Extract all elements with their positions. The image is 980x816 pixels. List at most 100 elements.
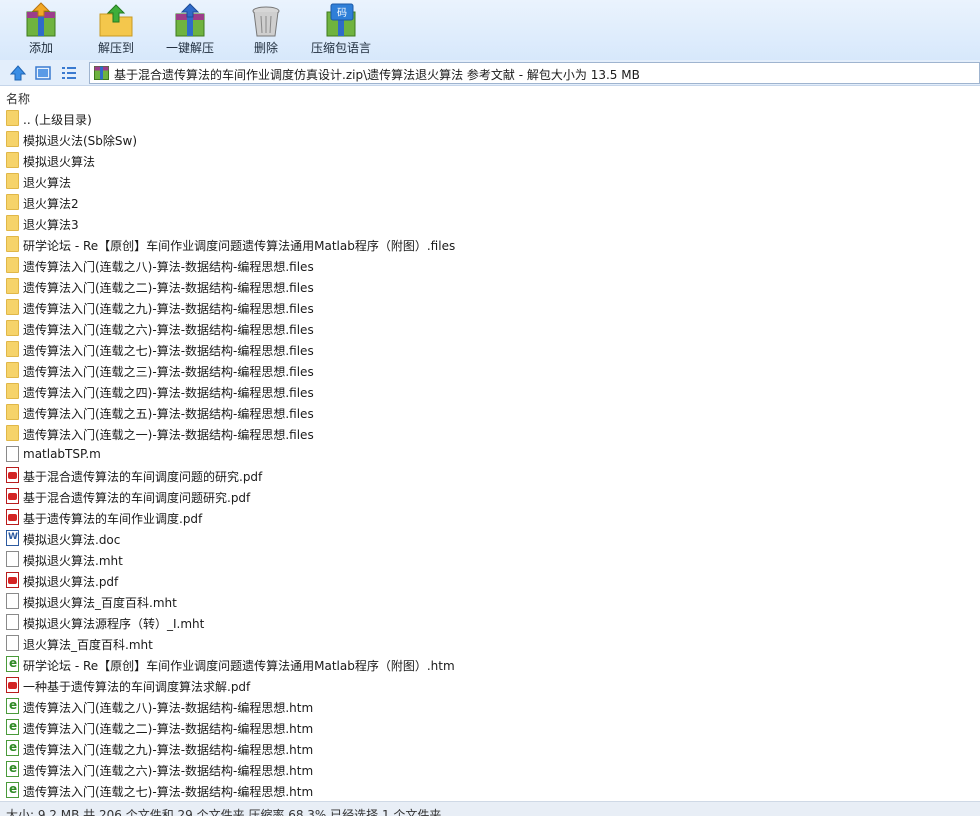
file-row[interactable]: 遗传算法入门(连载之八)-算法-数据结构-编程思想.htm: [0, 696, 980, 717]
file-name: 退火算法_百度百科.mht: [23, 638, 153, 652]
file-name: 退火算法2: [23, 197, 79, 211]
list-view-icon[interactable]: [60, 64, 78, 82]
file-row[interactable]: 模拟退火算法.pdf: [0, 570, 980, 591]
html-file-icon: [6, 782, 19, 798]
html-file-icon: [6, 719, 19, 735]
one-click-extract-button-label: 一键解压: [165, 41, 214, 55]
folder-icon: [6, 236, 19, 252]
file-icon: [6, 551, 19, 567]
html-file-icon: [6, 740, 19, 756]
extract-to-icon: [99, 4, 133, 37]
archive-language-icon: 码: [326, 3, 356, 37]
folder-row[interactable]: .. (上级目录): [0, 108, 980, 129]
one-click-extract-icon: [175, 3, 205, 37]
file-row[interactable]: 研学论坛 - Re【原创】车间作业调度问题遗传算法通用Matlab程序（附图）.…: [0, 654, 980, 675]
file-name: 模拟退火算法_百度百科.mht: [23, 596, 177, 610]
file-name: 模拟退火算法.doc: [23, 533, 121, 547]
folder-row[interactable]: 遗传算法入门(连载之一)-算法-数据结构-编程思想.files: [0, 423, 980, 444]
file-row[interactable]: 模拟退火算法_百度百科.mht: [0, 591, 980, 612]
file-name: 模拟退火算法: [23, 155, 96, 169]
folder-row[interactable]: 研学论坛 - Re【原创】车间作业调度问题遗传算法通用Matlab程序（附图）.…: [0, 234, 980, 255]
file-name: 基于遗传算法的车间作业调度.pdf: [23, 512, 203, 526]
lang-badge-text: 码: [337, 7, 347, 19]
file-name: 模拟退火算法源程序（转）_I.mht: [23, 617, 205, 631]
file-row[interactable]: 基于混合遗传算法的车间调度问题的研究.pdf: [0, 465, 980, 486]
folder-row[interactable]: 退火算法3: [0, 213, 980, 234]
html-file-icon: [6, 761, 19, 777]
folder-row[interactable]: 遗传算法入门(连载之八)-算法-数据结构-编程思想.files: [0, 255, 980, 276]
file-row[interactable]: matlabTSP.m: [0, 444, 980, 465]
folder-row[interactable]: 遗传算法入门(连载之五)-算法-数据结构-编程思想.files: [0, 402, 980, 423]
folder-icon: [6, 320, 19, 336]
file-row[interactable]: 模拟退火算法源程序（转）_I.mht: [0, 612, 980, 633]
archive-language-button-label: 压缩包语言: [310, 41, 371, 55]
folder-icon: [6, 278, 19, 294]
path-field[interactable]: 基于混合遗传算法的车间作业调度仿真设计.zip\遗传算法退火算法 参考文献 - …: [89, 62, 980, 84]
folder-row[interactable]: 退火算法: [0, 171, 980, 192]
file-name: 遗传算法入门(连载之八)-算法-数据结构-编程思想.files: [23, 260, 314, 274]
file-row[interactable]: 遗传算法入门(连载之七)-算法-数据结构-编程思想.htm: [0, 780, 980, 801]
file-name: 基于混合遗传算法的车间调度问题的研究.pdf: [23, 470, 263, 484]
folder-icon: [6, 425, 19, 441]
folder-row[interactable]: 遗传算法入门(连载之三)-算法-数据结构-编程思想.files: [0, 360, 980, 381]
folder-icon: [6, 194, 19, 210]
file-name: 遗传算法入门(连载之七)-算法-数据结构-编程思想.files: [23, 344, 314, 358]
file-row[interactable]: 基于混合遗传算法的车间调度问题研究.pdf: [0, 486, 980, 507]
file-row[interactable]: 基于遗传算法的车间作业调度.pdf: [0, 507, 980, 528]
file-name: 遗传算法入门(连载之一)-算法-数据结构-编程思想.files: [23, 428, 314, 442]
file-name: 遗传算法入门(连载之八)-算法-数据结构-编程思想.htm: [23, 701, 314, 715]
file-name: 模拟退火算法.mht: [23, 554, 123, 568]
folder-row[interactable]: 模拟退火法(Sb除Sw): [0, 129, 980, 150]
file-row[interactable]: 模拟退火算法.mht: [0, 549, 980, 570]
file-name: 遗传算法入门(连载之四)-算法-数据结构-编程思想.files: [23, 386, 314, 400]
folder-row[interactable]: 退火算法2: [0, 192, 980, 213]
column-name-label: 名称: [6, 92, 31, 106]
zip-archive-icon: [94, 66, 109, 80]
folder-row[interactable]: 遗传算法入门(连载之二)-算法-数据结构-编程思想.files: [0, 276, 980, 297]
folder-icon: [6, 215, 19, 231]
pdf-file-icon: [6, 488, 19, 504]
delete-button[interactable]: 删除: [229, 0, 303, 60]
file-row[interactable]: 遗传算法入门(连载之二)-算法-数据结构-编程思想.htm: [0, 717, 980, 738]
file-icon: [6, 614, 19, 630]
extract-to-button-label: 解压到: [97, 41, 134, 55]
folder-row[interactable]: 遗传算法入门(连载之七)-算法-数据结构-编程思想.files: [0, 339, 980, 360]
pdf-file-icon: [6, 572, 19, 588]
file-icon: [6, 593, 19, 609]
column-header[interactable]: 名称: [0, 87, 980, 108]
folder-icon: [6, 110, 19, 126]
file-list: .. (上级目录) 模拟退火法(Sb除Sw) 模拟退火算法退火算法退火算法2 退火算法…: [0, 108, 980, 801]
file-row[interactable]: 模拟退火算法.doc: [0, 528, 980, 549]
one-click-extract-button[interactable]: 一键解压: [153, 0, 227, 60]
file-row[interactable]: 遗传算法入门(连载之六)-算法-数据结构-编程思想.htm: [0, 759, 980, 780]
extract-to-button[interactable]: 解压到: [79, 0, 153, 60]
status-text: 大小: 9.2 MB 共 206 个文件和 29 个文件夹 压缩率 68.3% …: [6, 808, 442, 816]
file-name: 研学论坛 - Re【原创】车间作业调度问题遗传算法通用Matlab程序（附图）.…: [23, 659, 455, 673]
folder-icon: [6, 404, 19, 420]
folder-row[interactable]: 遗传算法入门(连载之九)-算法-数据结构-编程思想.files: [0, 297, 980, 318]
add-button[interactable]: 添加: [4, 0, 78, 60]
file-name: 研学论坛 - Re【原创】车间作业调度问题遗传算法通用Matlab程序（附图）.…: [23, 239, 456, 253]
address-bar: 基于混合遗传算法的车间作业调度仿真设计.zip\遗传算法退火算法 参考文献 - …: [0, 60, 980, 86]
file-name: 遗传算法入门(连载之五)-算法-数据结构-编程思想.files: [23, 407, 314, 421]
html-file-icon: [6, 698, 19, 714]
file-row[interactable]: 一种基于遗传算法的车间调度算法求解.pdf: [0, 675, 980, 696]
file-name: 遗传算法入门(连载之三)-算法-数据结构-编程思想.files: [23, 365, 314, 379]
file-row[interactable]: 退火算法_百度百科.mht: [0, 633, 980, 654]
folder-row[interactable]: 遗传算法入门(连载之六)-算法-数据结构-编程思想.files: [0, 318, 980, 339]
folder-row[interactable]: 遗传算法入门(连载之四)-算法-数据结构-编程思想.files: [0, 381, 980, 402]
up-arrow-icon[interactable]: [9, 64, 27, 82]
thumbnail-view-icon[interactable]: [34, 64, 52, 82]
folder-icon: [6, 131, 19, 147]
folder-icon: [6, 152, 19, 168]
archive-language-button[interactable]: 码 压缩包语言: [304, 0, 378, 60]
file-icon: [6, 446, 19, 462]
file-row[interactable]: 遗传算法入门(连载之九)-算法-数据结构-编程思想.htm: [0, 738, 980, 759]
path-text: 基于混合遗传算法的车间作业调度仿真设计.zip\遗传算法退火算法 参考文献 - …: [114, 68, 640, 82]
file-name: 遗传算法入门(连载之二)-算法-数据结构-编程思想.files: [23, 281, 314, 295]
pdf-file-icon: [6, 677, 19, 693]
folder-row[interactable]: 模拟退火算法: [0, 150, 980, 171]
add-button-label: 添加: [28, 41, 53, 55]
file-name: 基于混合遗传算法的车间调度问题研究.pdf: [23, 491, 251, 505]
file-icon: [6, 635, 19, 651]
